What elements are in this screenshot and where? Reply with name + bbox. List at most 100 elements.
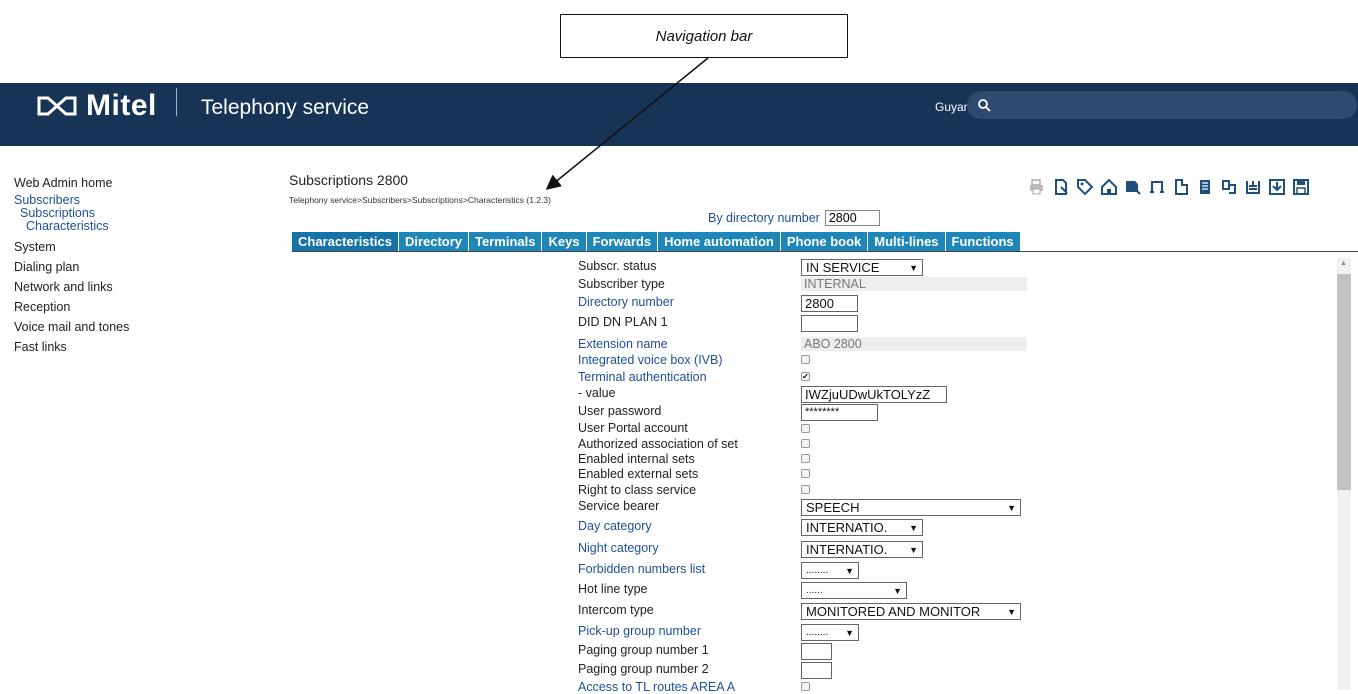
printer-icon[interactable] — [1028, 178, 1046, 196]
tab-directory[interactable]: Directory — [398, 232, 470, 252]
authorized-association-checkbox[interactable] — [801, 439, 810, 448]
field-label: Authorized association of set — [578, 437, 738, 451]
sidebar-item-reception[interactable]: Reception — [14, 297, 254, 317]
breadcrumb[interactable]: Telephony service>Subscribers>Subscripti… — [289, 195, 551, 205]
sidebar-item-characteristics[interactable]: Characteristics — [14, 220, 254, 233]
sidebar: Web Admin home Subscribers Subscriptions… — [14, 173, 254, 357]
chevron-down-icon: ▼ — [845, 627, 854, 638]
copy-icon[interactable] — [1220, 178, 1238, 196]
directory-number-field[interactable]: 2800 — [801, 295, 858, 312]
tab-bar: Characteristics Directory Terminals Keys… — [292, 232, 1021, 252]
user-portal-checkbox[interactable] — [801, 424, 810, 433]
ivb-checkbox[interactable] — [801, 355, 810, 364]
logo-text: Mitel — [86, 88, 157, 122]
document-icon[interactable] — [1172, 178, 1190, 196]
mitel-logo-icon — [37, 96, 77, 115]
hot-line-type-select[interactable]: ...... ▼ — [801, 582, 907, 599]
service-bearer-select[interactable]: SPEECH ▼ — [801, 499, 1021, 516]
scrollbar-thumb[interactable] — [1337, 274, 1351, 490]
chevron-down-icon: ▼ — [1007, 606, 1016, 617]
sidebar-item-fast-links[interactable]: Fast links — [14, 337, 254, 357]
import-icon[interactable] — [1124, 178, 1142, 196]
field-label[interactable]: Forbidden numbers list — [578, 562, 705, 576]
app-header: Mitel Telephony service Guyancourt — [0, 83, 1358, 146]
tab-multi-lines[interactable]: Multi-lines — [868, 232, 946, 252]
forbidden-numbers-select[interactable]: ........ ▼ — [801, 562, 859, 579]
field-label: Enabled external sets — [578, 467, 699, 481]
paging-group-1-field[interactable] — [801, 643, 832, 660]
user-password-field[interactable]: ******** — [801, 404, 878, 421]
terminal-auth-checkbox[interactable]: ✔ — [801, 372, 810, 381]
day-category-select[interactable]: INTERNATIO. ▼ — [801, 519, 923, 536]
scroll-up-icon[interactable]: ▲ — [1340, 260, 1347, 267]
tab-divider — [292, 251, 1358, 252]
sidebar-item-network-links[interactable]: Network and links — [14, 277, 254, 297]
chevron-down-icon: ▼ — [909, 522, 918, 533]
enabled-external-checkbox[interactable] — [801, 469, 810, 478]
header-separator — [176, 88, 177, 116]
sidebar-item-subscribers[interactable]: Subscribers — [14, 193, 254, 207]
save-icon[interactable] — [1292, 178, 1310, 196]
home-icon[interactable] — [1100, 178, 1118, 196]
night-category-select[interactable]: INTERNATIO. ▼ — [801, 541, 923, 558]
archive-icon[interactable] — [1244, 178, 1262, 196]
search-box[interactable] — [967, 91, 1357, 119]
navigation-bar-callout: Navigation bar — [560, 14, 848, 58]
sidebar-item-web-admin-home[interactable]: Web Admin home — [14, 173, 254, 193]
callout-label: Navigation bar — [655, 27, 753, 45]
field-label[interactable]: Day category — [578, 519, 652, 533]
subscr-status-select[interactable]: IN SERVICE ▼ — [801, 259, 923, 276]
directory-number-label: By directory number — [708, 211, 820, 225]
field-label: User Portal account — [578, 421, 688, 435]
tab-phone-book[interactable]: Phone book — [780, 232, 869, 252]
chevron-down-icon: ▼ — [909, 544, 918, 555]
sidebar-item-system[interactable]: System — [14, 237, 254, 257]
tab-characteristics[interactable]: Characteristics — [292, 232, 399, 252]
chevron-down-icon: ▼ — [845, 565, 854, 576]
tab-terminals[interactable]: Terminals — [469, 232, 543, 252]
search-icon — [978, 99, 991, 112]
intercom-type-select[interactable]: MONITORED AND MONITOR ▼ — [801, 603, 1021, 620]
field-label[interactable]: Access to TL routes AREA A — [578, 680, 735, 694]
field-label: Enabled internal sets — [578, 452, 695, 466]
field-label[interactable]: Extension name — [578, 337, 668, 351]
chevron-down-icon: ▼ — [1007, 502, 1016, 513]
tag-icon[interactable] — [1076, 178, 1094, 196]
field-label: Paging group number 2 — [578, 662, 709, 676]
field-label: Service bearer — [578, 499, 660, 513]
mitel-logo[interactable]: Mitel — [36, 83, 157, 128]
list-icon[interactable] — [1196, 178, 1214, 196]
download-icon[interactable] — [1268, 178, 1286, 196]
directory-number-input[interactable] — [824, 210, 880, 226]
did-dn-plan-field[interactable] — [801, 315, 858, 332]
paging-group-2-field[interactable] — [801, 662, 832, 679]
tab-functions[interactable]: Functions — [945, 232, 1021, 252]
field-label[interactable]: Terminal authentication — [578, 370, 707, 384]
chevron-down-icon: ▼ — [909, 262, 918, 273]
field-label: Subscriber type — [578, 277, 665, 291]
tab-keys[interactable]: Keys — [542, 232, 587, 252]
toolbar — [1028, 178, 1310, 196]
pickup-group-select[interactable]: ........ ▼ — [801, 624, 859, 641]
field-label: Intercom type — [578, 603, 654, 617]
field-label: Paging group number 1 — [578, 643, 709, 657]
field-label: - value — [578, 386, 616, 400]
sidebar-item-dialing-plan[interactable]: Dialing plan — [14, 257, 254, 277]
app-title: Telephony service — [201, 96, 370, 119]
right-class-checkbox[interactable] — [801, 485, 810, 494]
search-input[interactable] — [997, 97, 1321, 113]
transfer-icon[interactable] — [1148, 178, 1166, 196]
field-label: User password — [578, 404, 662, 418]
auth-value-field[interactable]: IWZjuUDwUkTOLYzZ — [801, 386, 947, 403]
export-icon[interactable] — [1052, 178, 1070, 196]
enabled-internal-checkbox[interactable] — [801, 454, 810, 463]
field-label[interactable]: Pick-up group number — [578, 624, 701, 638]
field-label[interactable]: Integrated voice box (IVB) — [578, 353, 723, 367]
field-label[interactable]: Night category — [578, 541, 659, 555]
field-label: Subscr. status — [578, 259, 657, 273]
field-label: Right to class service — [578, 483, 697, 497]
tab-forwards[interactable]: Forwards — [586, 232, 659, 252]
tab-home-automation[interactable]: Home automation — [658, 232, 781, 252]
field-label[interactable]: Directory number — [578, 295, 674, 309]
sidebar-item-voice-mail[interactable]: Voice mail and tones — [14, 317, 254, 337]
